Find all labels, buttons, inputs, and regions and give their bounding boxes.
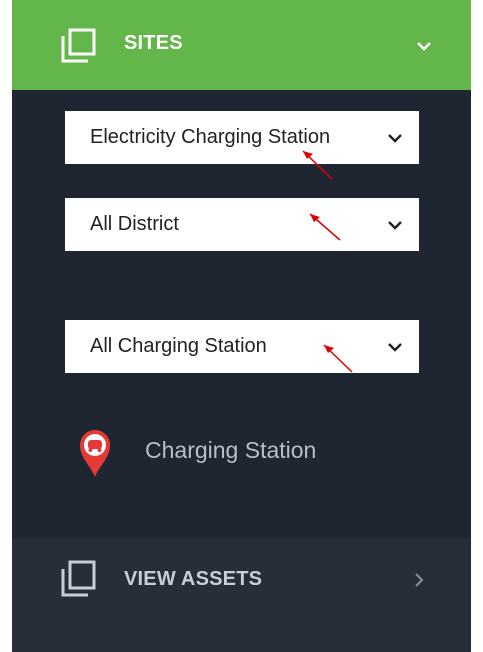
site-type-select[interactable]: Electricity Charging Station — [65, 111, 419, 164]
chevron-down-icon — [387, 218, 403, 231]
chevron-down-icon — [387, 340, 403, 353]
view-assets-section-header[interactable]: VIEW ASSETS — [12, 538, 471, 652]
sidebar-panel: SITES Electricity Charging Station All D… — [12, 0, 471, 652]
district-select[interactable]: All District — [65, 198, 419, 251]
view-assets-title: VIEW ASSETS — [124, 568, 263, 590]
chevron-down-icon[interactable] — [416, 38, 432, 54]
legend-label: Charging Station — [145, 437, 317, 463]
annotation-arrow-icon — [323, 344, 353, 373]
sites-section-header[interactable]: SITES — [12, 0, 471, 90]
chevron-right-icon[interactable] — [412, 571, 426, 589]
charging-station-pin-icon — [80, 430, 110, 477]
copy-icon — [61, 560, 96, 597]
chevron-down-icon — [387, 131, 403, 144]
sites-title: SITES — [124, 32, 183, 54]
annotation-arrow-icon — [302, 150, 333, 180]
copy-icon — [61, 28, 96, 63]
annotation-arrow-icon — [309, 213, 341, 241]
